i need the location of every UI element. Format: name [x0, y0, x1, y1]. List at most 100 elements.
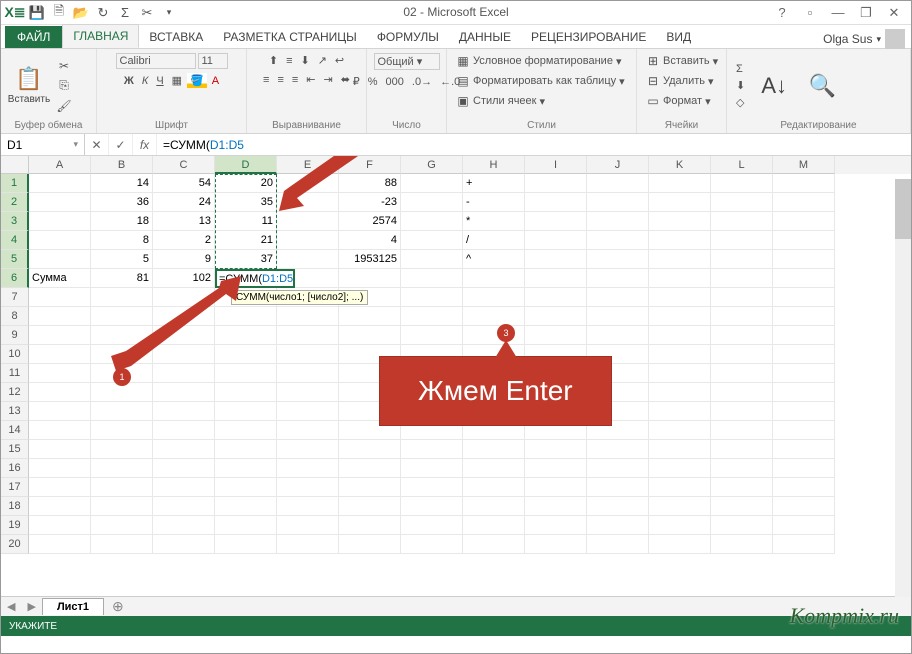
cell[interactable] — [29, 345, 91, 364]
cell[interactable] — [153, 383, 215, 402]
cell[interactable] — [587, 231, 649, 250]
cell[interactable]: 24 — [153, 193, 215, 212]
row-header[interactable]: 6 — [1, 269, 29, 288]
cell[interactable] — [587, 440, 649, 459]
cell[interactable] — [29, 193, 91, 212]
cell[interactable] — [711, 288, 773, 307]
cell[interactable] — [773, 307, 835, 326]
cell[interactable] — [339, 269, 401, 288]
cell[interactable] — [277, 345, 339, 364]
col-header-C[interactable]: C — [153, 156, 215, 174]
cell[interactable]: 8 — [91, 231, 153, 250]
cell[interactable] — [29, 307, 91, 326]
cell[interactable] — [649, 516, 711, 535]
enter-formula-button[interactable]: ✓ — [109, 134, 133, 155]
indent-inc-icon[interactable]: ⇥ — [321, 72, 336, 87]
cell[interactable] — [463, 478, 525, 497]
cell[interactable] — [463, 459, 525, 478]
row-header[interactable]: 15 — [1, 440, 29, 459]
cell[interactable] — [649, 402, 711, 421]
fill-color-button[interactable]: 🪣 — [187, 73, 207, 88]
cell[interactable] — [711, 497, 773, 516]
wrap-text-icon[interactable]: ↩ — [332, 53, 347, 68]
add-sheet-button[interactable]: ⊕ — [104, 598, 132, 615]
align-center-icon[interactable]: ≡ — [274, 72, 286, 87]
percent-icon[interactable]: % — [365, 74, 381, 89]
cell[interactable] — [463, 288, 525, 307]
user-account[interactable]: Olga Sus▾ — [823, 29, 905, 49]
cell[interactable] — [773, 383, 835, 402]
cell[interactable] — [277, 402, 339, 421]
vertical-scrollbar[interactable] — [895, 179, 911, 597]
cell[interactable] — [587, 193, 649, 212]
cell[interactable] — [29, 440, 91, 459]
col-header-A[interactable]: A — [29, 156, 91, 174]
row-header[interactable]: 3 — [1, 212, 29, 231]
row-header[interactable]: 1 — [1, 174, 29, 193]
cell[interactable] — [29, 421, 91, 440]
col-header-I[interactable]: I — [525, 156, 587, 174]
cell[interactable] — [649, 288, 711, 307]
cell[interactable] — [649, 478, 711, 497]
cell[interactable] — [277, 307, 339, 326]
close-icon[interactable]: ✕ — [883, 5, 905, 21]
cell[interactable] — [649, 174, 711, 193]
cell[interactable] — [215, 535, 277, 554]
cell[interactable] — [649, 364, 711, 383]
cell[interactable] — [339, 459, 401, 478]
cell[interactable] — [711, 459, 773, 478]
cell[interactable] — [463, 516, 525, 535]
cancel-formula-button[interactable]: ✕ — [85, 134, 109, 155]
align-right-icon[interactable]: ≡ — [289, 72, 301, 87]
cell[interactable]: + — [463, 174, 525, 193]
row-header[interactable]: 14 — [1, 421, 29, 440]
cell[interactable] — [587, 250, 649, 269]
row-header[interactable]: 11 — [1, 364, 29, 383]
cell[interactable] — [773, 326, 835, 345]
col-header-M[interactable]: M — [773, 156, 835, 174]
cell[interactable] — [587, 307, 649, 326]
cell[interactable] — [401, 326, 463, 345]
data-tab[interactable]: ДАННЫЕ — [449, 26, 521, 48]
cell[interactable] — [29, 516, 91, 535]
cell[interactable] — [711, 364, 773, 383]
cell[interactable] — [339, 478, 401, 497]
cell[interactable] — [773, 402, 835, 421]
col-header-H[interactable]: H — [463, 156, 525, 174]
paste-button[interactable]: 📋 Вставить — [7, 66, 51, 105]
cell[interactable]: ^ — [463, 250, 525, 269]
cell[interactable] — [277, 421, 339, 440]
layout-tab[interactable]: РАЗМЕТКА СТРАНИЦЫ — [213, 26, 367, 48]
cell[interactable]: 13 — [153, 212, 215, 231]
cell[interactable] — [215, 402, 277, 421]
cell[interactable]: / — [463, 231, 525, 250]
cell[interactable] — [773, 497, 835, 516]
cell[interactable] — [29, 326, 91, 345]
cell[interactable] — [711, 193, 773, 212]
cell[interactable] — [91, 516, 153, 535]
cell[interactable] — [153, 516, 215, 535]
cell[interactable] — [525, 497, 587, 516]
cell[interactable] — [711, 478, 773, 497]
cell[interactable] — [649, 383, 711, 402]
cell[interactable]: 36 — [91, 193, 153, 212]
col-header-K[interactable]: K — [649, 156, 711, 174]
save-icon[interactable]: 💾 — [27, 3, 47, 23]
cell[interactable] — [463, 307, 525, 326]
row-header[interactable]: 16 — [1, 459, 29, 478]
clear-button[interactable]: ◇ — [733, 95, 748, 110]
cell[interactable] — [29, 212, 91, 231]
cell[interactable] — [401, 288, 463, 307]
align-top-icon[interactable]: ⬆ — [266, 53, 281, 68]
cell[interactable] — [711, 326, 773, 345]
cell[interactable] — [773, 421, 835, 440]
sheet-nav-next[interactable]: ▶ — [21, 600, 41, 613]
name-box-dropdown-icon[interactable]: ▾ — [73, 139, 78, 150]
cell[interactable] — [649, 231, 711, 250]
cell[interactable] — [711, 212, 773, 231]
cell[interactable] — [29, 459, 91, 478]
cell[interactable] — [525, 193, 587, 212]
cell[interactable] — [215, 497, 277, 516]
cell[interactable] — [525, 535, 587, 554]
autosum-icon[interactable]: Σ — [115, 3, 135, 23]
